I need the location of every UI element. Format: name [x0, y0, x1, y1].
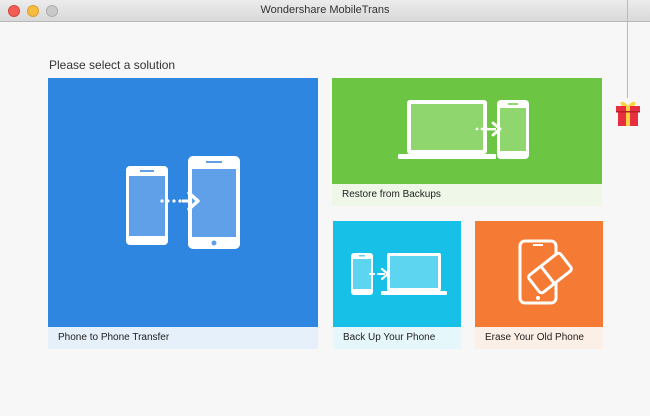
phone-to-laptop-icon	[351, 253, 447, 295]
tile-artwork	[332, 78, 602, 184]
tile-label: Restore from Backups	[332, 184, 602, 206]
back-up-your-phone-tile[interactable]: Back Up Your Phone	[333, 221, 461, 349]
tile-artwork	[475, 221, 603, 327]
restore-from-backups-tile[interactable]: Restore from Backups	[332, 78, 602, 206]
tile-artwork	[333, 221, 461, 327]
gift-icon[interactable]	[614, 98, 642, 128]
phone-to-phone-transfer-tile[interactable]: Phone to Phone Transfer	[48, 78, 318, 349]
erase-phone-icon	[518, 239, 573, 305]
erase-your-old-phone-tile[interactable]: Erase Your Old Phone	[475, 221, 603, 349]
laptop-to-phone-icon	[398, 100, 529, 159]
title-bar: Wondershare MobileTrans	[0, 0, 650, 22]
tile-label: Back Up Your Phone	[333, 327, 461, 349]
page-heading: Please select a solution	[49, 58, 176, 72]
tile-label: Phone to Phone Transfer	[48, 327, 318, 349]
gift-hanging-string	[627, 0, 628, 98]
tile-artwork	[48, 78, 318, 327]
phone-transfer-icon	[126, 156, 240, 249]
tile-label: Erase Your Old Phone	[475, 327, 603, 349]
window-title: Wondershare MobileTrans	[260, 4, 390, 16]
